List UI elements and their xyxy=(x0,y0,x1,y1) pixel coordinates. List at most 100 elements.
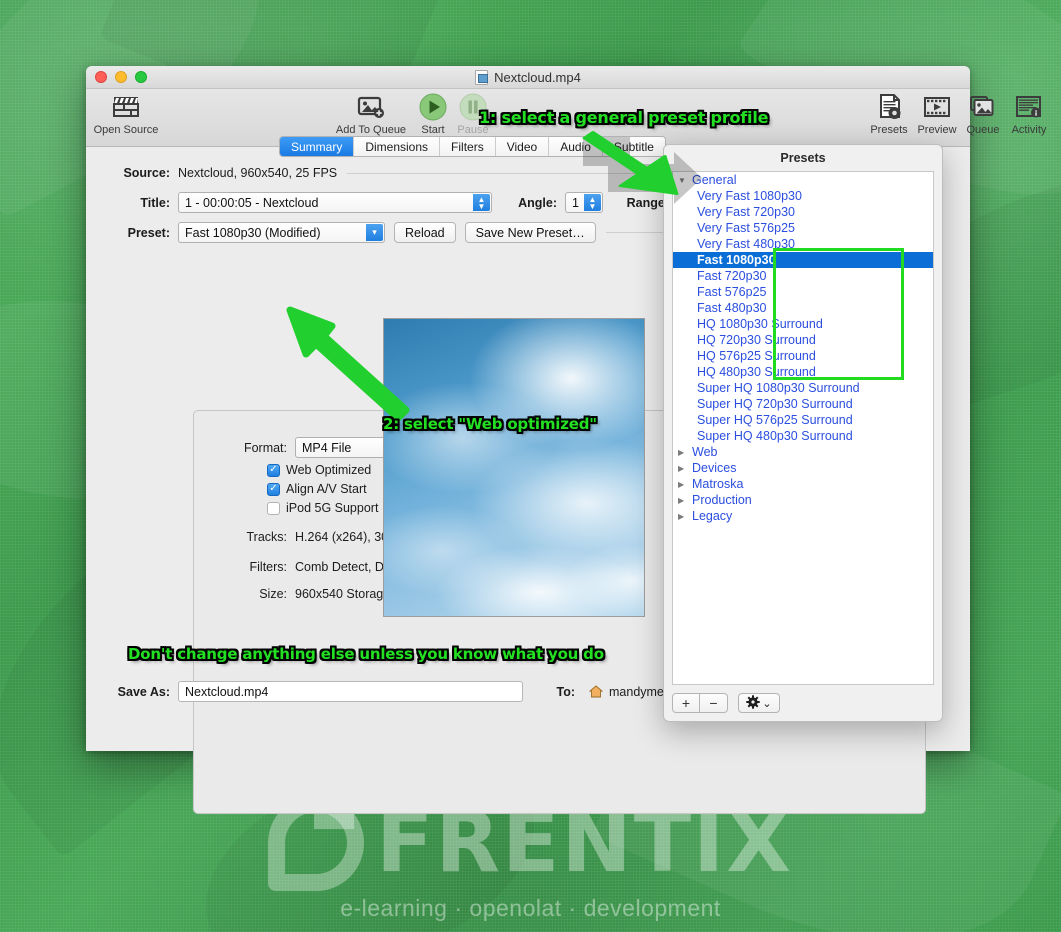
preset-item[interactable]: Fast 480p30 xyxy=(673,300,933,316)
preset-item[interactable]: Super HQ 720p30 Surround xyxy=(673,396,933,412)
toolbar-open-source[interactable]: Open Source xyxy=(89,92,163,136)
window-titlebar: Nextcloud.mp4 xyxy=(86,66,970,89)
settings-tabs[interactable]: Summary Dimensions Filters Video Audio S… xyxy=(279,136,666,157)
video-file-icon xyxy=(475,70,488,85)
group-label: Matroska xyxy=(692,477,743,491)
checkbox-label: Align A/V Start xyxy=(286,482,367,496)
toolbar-label: Activity xyxy=(1012,124,1047,136)
frentix-watermark: FRENTIX e-learning · openolat · developm… xyxy=(0,795,1061,922)
presets-group-legacy[interactable]: ▶ Legacy xyxy=(673,508,933,524)
handbrake-window: Nextcloud.mp4 xyxy=(86,66,970,751)
triangle-right-icon[interactable]: ▶ xyxy=(678,512,687,521)
presets-group-matroska[interactable]: ▶ Matroska xyxy=(673,476,933,492)
save-as-input[interactable]: Nextcloud.mp4 xyxy=(178,681,523,702)
angle-select[interactable]: 1 ▲▼ xyxy=(565,192,603,213)
source-value: Nextcloud, 960x540, 25 FPS xyxy=(178,166,337,180)
group-label: Devices xyxy=(692,461,736,475)
save-new-preset-button[interactable]: Save New Preset… xyxy=(465,222,596,243)
watermark-tagline: e-learning · openolat · development xyxy=(0,895,1061,922)
gear-icon xyxy=(746,695,760,712)
preset-label: Preset: xyxy=(107,226,170,240)
activity-info-icon xyxy=(1014,92,1044,122)
remove-preset-button[interactable]: − xyxy=(700,693,728,713)
tab-dimensions[interactable]: Dimensions xyxy=(354,137,440,156)
home-folder-icon xyxy=(589,685,603,698)
preset-item-selected[interactable]: Fast 1080p30 xyxy=(673,252,933,268)
preset-select[interactable]: Fast 1080p30 (Modified) ▾ xyxy=(178,222,385,243)
title-label: Title: xyxy=(107,196,170,210)
preset-item[interactable]: Very Fast 576p25 xyxy=(673,220,933,236)
chevron-down-icon: ⌄ xyxy=(762,697,771,710)
preset-item[interactable]: HQ 576p25 Surround xyxy=(673,348,933,364)
presets-list[interactable]: ▼ General Very Fast 1080p30 Very Fast 72… xyxy=(672,171,934,685)
angle-select-value: 1 xyxy=(572,196,579,210)
source-label: Source: xyxy=(107,166,170,180)
checkbox-label: iPod 5G Support xyxy=(286,501,378,515)
reload-button[interactable]: Reload xyxy=(394,222,456,243)
toolbar-pause[interactable]: Pause xyxy=(436,92,510,136)
size-label: Size: xyxy=(227,587,287,601)
triangle-right-icon[interactable]: ▶ xyxy=(678,448,687,457)
triangle-down-icon[interactable]: ▼ xyxy=(678,176,687,185)
presets-panel-title: Presets xyxy=(664,145,942,171)
presets-actions-button[interactable]: ⌄ xyxy=(738,693,780,713)
preset-item[interactable]: Super HQ 576p25 Surround xyxy=(673,412,933,428)
presets-group-production[interactable]: ▶ Production xyxy=(673,492,933,508)
preset-item[interactable]: Fast 576p25 xyxy=(673,284,933,300)
tracks-label: Tracks: xyxy=(227,530,287,544)
save-as-label: Save As: xyxy=(107,685,170,699)
preview-thumbnail[interactable] xyxy=(383,318,645,617)
group-label: Production xyxy=(692,493,752,507)
checkbox-label: Web Optimized xyxy=(286,463,371,477)
preset-item[interactable]: Very Fast 480p30 xyxy=(673,236,933,252)
triangle-right-icon[interactable]: ▶ xyxy=(678,496,687,505)
format-select-value: MP4 File xyxy=(302,441,351,455)
toolbar-label: Open Source xyxy=(94,124,159,136)
title-select[interactable]: 1 - 00:00:05 - Nextcloud ▲▼ xyxy=(178,192,492,213)
checkbox-box: ✓ xyxy=(267,464,280,477)
checkbox-box: ✓ xyxy=(267,483,280,496)
format-label: Format: xyxy=(227,441,287,455)
tab-filters[interactable]: Filters xyxy=(440,137,496,156)
tab-video[interactable]: Video xyxy=(496,137,549,156)
preset-item[interactable]: Fast 720p30 xyxy=(673,268,933,284)
title-select-value: 1 - 00:00:05 - Nextcloud xyxy=(185,196,318,210)
preset-item[interactable]: HQ 480p30 Surround xyxy=(673,364,933,380)
window-title-group: Nextcloud.mp4 xyxy=(86,70,970,85)
tab-summary[interactable]: Summary xyxy=(280,137,354,156)
preset-item[interactable]: Very Fast 720p30 xyxy=(673,204,933,220)
preset-item[interactable]: HQ 1080p30 Surround xyxy=(673,316,933,332)
triangle-right-icon[interactable]: ▶ xyxy=(678,480,687,489)
chevron-updown-icon[interactable]: ▲▼ xyxy=(473,194,490,211)
chevron-updown-icon[interactable]: ▲▼ xyxy=(584,194,601,211)
presets-footer: + − xyxy=(664,685,942,721)
preset-item[interactable]: HQ 720p30 Surround xyxy=(673,332,933,348)
triangle-right-icon[interactable]: ▶ xyxy=(678,464,687,473)
ipod-5g-support-checkbox[interactable]: iPod 5G Support xyxy=(267,501,378,515)
filters-label: Filters: xyxy=(227,560,287,574)
chevron-down-icon[interactable]: ▾ xyxy=(366,224,383,241)
preset-item[interactable]: Very Fast 1080p30 xyxy=(673,188,933,204)
presets-group-general[interactable]: ▼ General xyxy=(673,172,933,188)
preset-item[interactable]: Super HQ 480p30 Surround xyxy=(673,428,933,444)
clapperboard-icon xyxy=(111,92,141,122)
web-optimized-checkbox[interactable]: ✓ Web Optimized xyxy=(267,463,371,477)
add-preset-button[interactable]: + xyxy=(672,693,700,713)
pause-icon xyxy=(458,92,488,122)
preset-item[interactable]: Super HQ 1080p30 Surround xyxy=(673,380,933,396)
presets-group-web[interactable]: ▶ Web xyxy=(673,444,933,460)
group-label: Web xyxy=(692,445,717,459)
desktop-background: FRENTIX e-learning · openolat · developm… xyxy=(0,0,1061,932)
presets-group-devices[interactable]: ▶ Devices xyxy=(673,460,933,476)
presets-popover: Presets ▼ General Very Fast 1080p30 Very… xyxy=(663,144,943,722)
toolbar-activity[interactable]: Activity xyxy=(992,92,1061,136)
to-label: To: xyxy=(549,685,575,699)
group-label: Legacy xyxy=(692,509,732,523)
add-photo-icon xyxy=(356,92,386,122)
watermark-name: FRENTIX xyxy=(376,803,793,883)
tab-subtitle[interactable]: Subtitle xyxy=(603,137,665,156)
angle-label: Angle: xyxy=(513,196,557,210)
checkbox-box xyxy=(267,502,280,515)
tab-audio[interactable]: Audio xyxy=(549,137,603,156)
align-av-start-checkbox[interactable]: ✓ Align A/V Start xyxy=(267,482,367,496)
